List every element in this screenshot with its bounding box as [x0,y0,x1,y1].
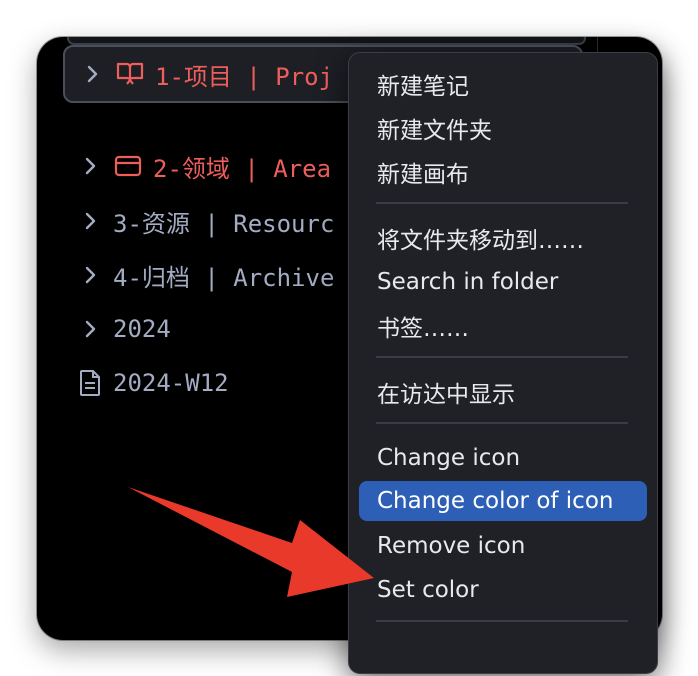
tree-item-label: 3-资源 | Resourc [113,209,335,238]
menu-item-new-canvas[interactable]: 新建画布 [359,152,647,192]
menu-item-change-color-of-icon[interactable]: Change color of icon [359,481,647,521]
tree-item-label: 1-项目 | Proj [155,62,334,91]
tree-item-label: 2-领域 | Area [153,154,332,183]
menu-item-change-icon[interactable]: Change icon [359,438,647,478]
chevron-right-icon[interactable] [81,157,101,175]
menu-item-search-in-folder[interactable]: Search in folder [359,262,647,302]
menu-item-remove-icon[interactable]: Remove icon [359,526,647,566]
tree-item-label: 2024 [113,315,171,343]
tree-item-2024-w12[interactable]: 2024-W12 [63,356,229,410]
book-open-icon [115,59,145,89]
menu-item-new-folder[interactable]: 新建文件夹 [359,108,647,148]
tree-item-label: 2024-W12 [113,369,229,397]
chevron-right-icon[interactable] [81,320,101,338]
tree-item-archive[interactable]: 4-归档 | Archive [63,248,334,302]
chevron-right-icon[interactable] [83,65,103,83]
menu-divider [376,620,628,622]
chevron-right-icon[interactable] [81,212,101,230]
menu-item-move-folder[interactable]: 将文件夹移动到…… [359,218,647,258]
tree-item-resources[interactable]: 3-资源 | Resourc [63,194,334,248]
context-menu: 新建笔记 新建文件夹 新建画布 将文件夹移动到…… Search in fold… [348,52,658,674]
file-icon [75,368,105,398]
menu-item-set-color[interactable]: Set color [359,570,647,610]
tree-item-label: 4-归档 | Archive [113,263,335,292]
tree-item-2024[interactable]: 2024 [63,302,171,356]
menu-divider [376,356,628,358]
menu-item-bookmark[interactable]: 书签…… [359,306,647,346]
menu-divider [376,202,628,204]
chevron-right-icon[interactable] [81,266,101,284]
menu-item-new-note[interactable]: 新建笔记 [359,64,647,104]
menu-item-reveal-in-finder[interactable]: 在访达中显示 [359,372,647,412]
tree-item-areas[interactable]: 2-领域 | Area [63,139,331,193]
credit-card-icon [113,151,143,181]
menu-divider [376,422,628,424]
